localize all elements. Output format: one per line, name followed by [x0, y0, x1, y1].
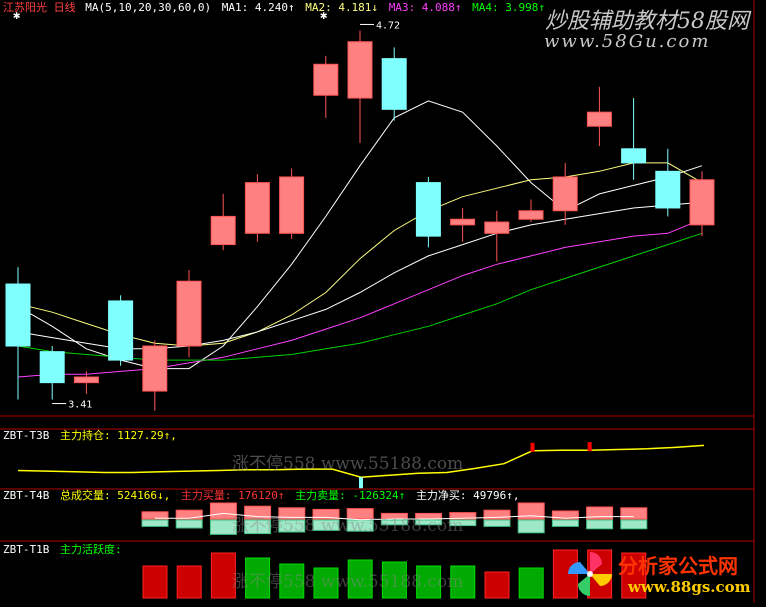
candle-body[interactable] [73, 376, 99, 384]
candle-body[interactable] [210, 215, 236, 246]
main-net-label: 主力净买: 49796↑, [415, 489, 520, 502]
main-buy-label: 主力买量: 176120↑ [180, 489, 285, 502]
buy-volume-bar[interactable] [175, 509, 203, 520]
candle-body[interactable] [5, 283, 31, 347]
candle-body[interactable] [313, 63, 339, 96]
faint-watermark: 涨不停558 www.55188.com [232, 516, 464, 536]
candle-body[interactable] [244, 182, 270, 234]
candle-body[interactable] [621, 148, 647, 164]
candle-body[interactable] [450, 218, 476, 226]
url-watermark: www.58Gu.com [544, 31, 711, 52]
price-annotation: 4.72 [376, 20, 400, 31]
panel2-header: ZBT-T4B 总成交量: 524166↓, 主力买量: 176120↑ 主力卖… [3, 489, 520, 503]
total-volume-label: 总成交量: 524166↓, [59, 489, 171, 502]
signal-marker[interactable] [530, 442, 535, 452]
chart-window: 3.41 4.72 ✱ ✱ 江苏阳光 日线 MA(5,10,20,30,60,0)… [0, 0, 766, 603]
panel1-header: ZBT-T3B 主力持仓: 1127.29↑, [3, 429, 177, 443]
price-panel: 3.41 4.72 [5, 20, 715, 411]
chart-header: 江苏阳光 日线 MA(5,10,20,30,60,0) MA1: 4.240↑ … [3, 1, 545, 15]
activity-bar[interactable] [142, 565, 168, 599]
faint-watermark: 涨不停558 www.55188.com [232, 572, 464, 592]
candle-body[interactable] [142, 345, 168, 392]
candle-body[interactable] [176, 280, 202, 347]
pinwheel-logo-icon [568, 552, 612, 596]
candle-body[interactable] [586, 111, 612, 127]
candle-body[interactable] [484, 221, 510, 234]
panel3-title[interactable]: ZBT-T1B [3, 543, 49, 556]
sell-volume-bar[interactable] [620, 519, 648, 530]
corner-logo: 分析家公式网 www.88gs.com [566, 548, 756, 600]
activity-label: 主力活跃度: [59, 543, 122, 556]
activity-bar[interactable] [484, 571, 510, 599]
ma3-value: MA3: 4.088↑ [388, 1, 462, 14]
candle-body[interactable] [415, 182, 441, 237]
main-sell-label: 主力卖量: -126324↑ [295, 489, 406, 502]
stock-name[interactable]: 江苏阳光 [3, 1, 47, 14]
candle-body[interactable] [518, 210, 544, 220]
buy-volume-bar[interactable] [620, 507, 648, 520]
candle-body[interactable] [655, 170, 681, 209]
candle-body[interactable] [347, 41, 373, 99]
panel2-title[interactable]: ZBT-T4B [3, 489, 49, 502]
ma-params: MA(5,10,20,30,60,0) [85, 1, 212, 14]
price-annotation: 3.41 [68, 400, 92, 411]
faint-watermark: 涨不停558 www.55188.com [232, 454, 464, 474]
ma4-value: MA4: 3.998↑ [472, 1, 546, 14]
holding-label: 主力持仓: 1127.29↑, [59, 429, 177, 442]
candle-body[interactable] [689, 179, 715, 226]
panel1-title[interactable]: ZBT-T3B [3, 429, 49, 442]
panel3-header: ZBT-T1B 主力活跃度: [3, 543, 122, 557]
ma1-value: MA1: 4.240↑ [221, 1, 295, 14]
activity-bar[interactable] [176, 565, 202, 599]
period-label[interactable]: 日线 [54, 1, 76, 14]
sell-volume-bar[interactable] [175, 519, 203, 529]
activity-bar[interactable] [518, 567, 544, 599]
sell-volume-bar[interactable] [586, 519, 614, 530]
candle-body[interactable] [108, 300, 134, 361]
corner-brand: 分析家公式网 [618, 554, 738, 578]
sell-volume-bar[interactable] [551, 519, 579, 527]
signal-marker[interactable] [359, 477, 363, 489]
signal-marker[interactable] [587, 442, 592, 452]
candle-body[interactable] [552, 176, 578, 212]
sell-volume-bar[interactable] [517, 519, 545, 534]
sell-volume-bar[interactable] [141, 519, 169, 527]
sell-volume-bar[interactable] [483, 519, 511, 527]
candle-body[interactable] [279, 176, 305, 234]
corner-url: www.88gs.com [628, 578, 751, 596]
ma2-value: MA2: 4.181↓ [305, 1, 379, 14]
candle-body[interactable] [39, 351, 65, 384]
candle-body[interactable] [381, 58, 407, 110]
